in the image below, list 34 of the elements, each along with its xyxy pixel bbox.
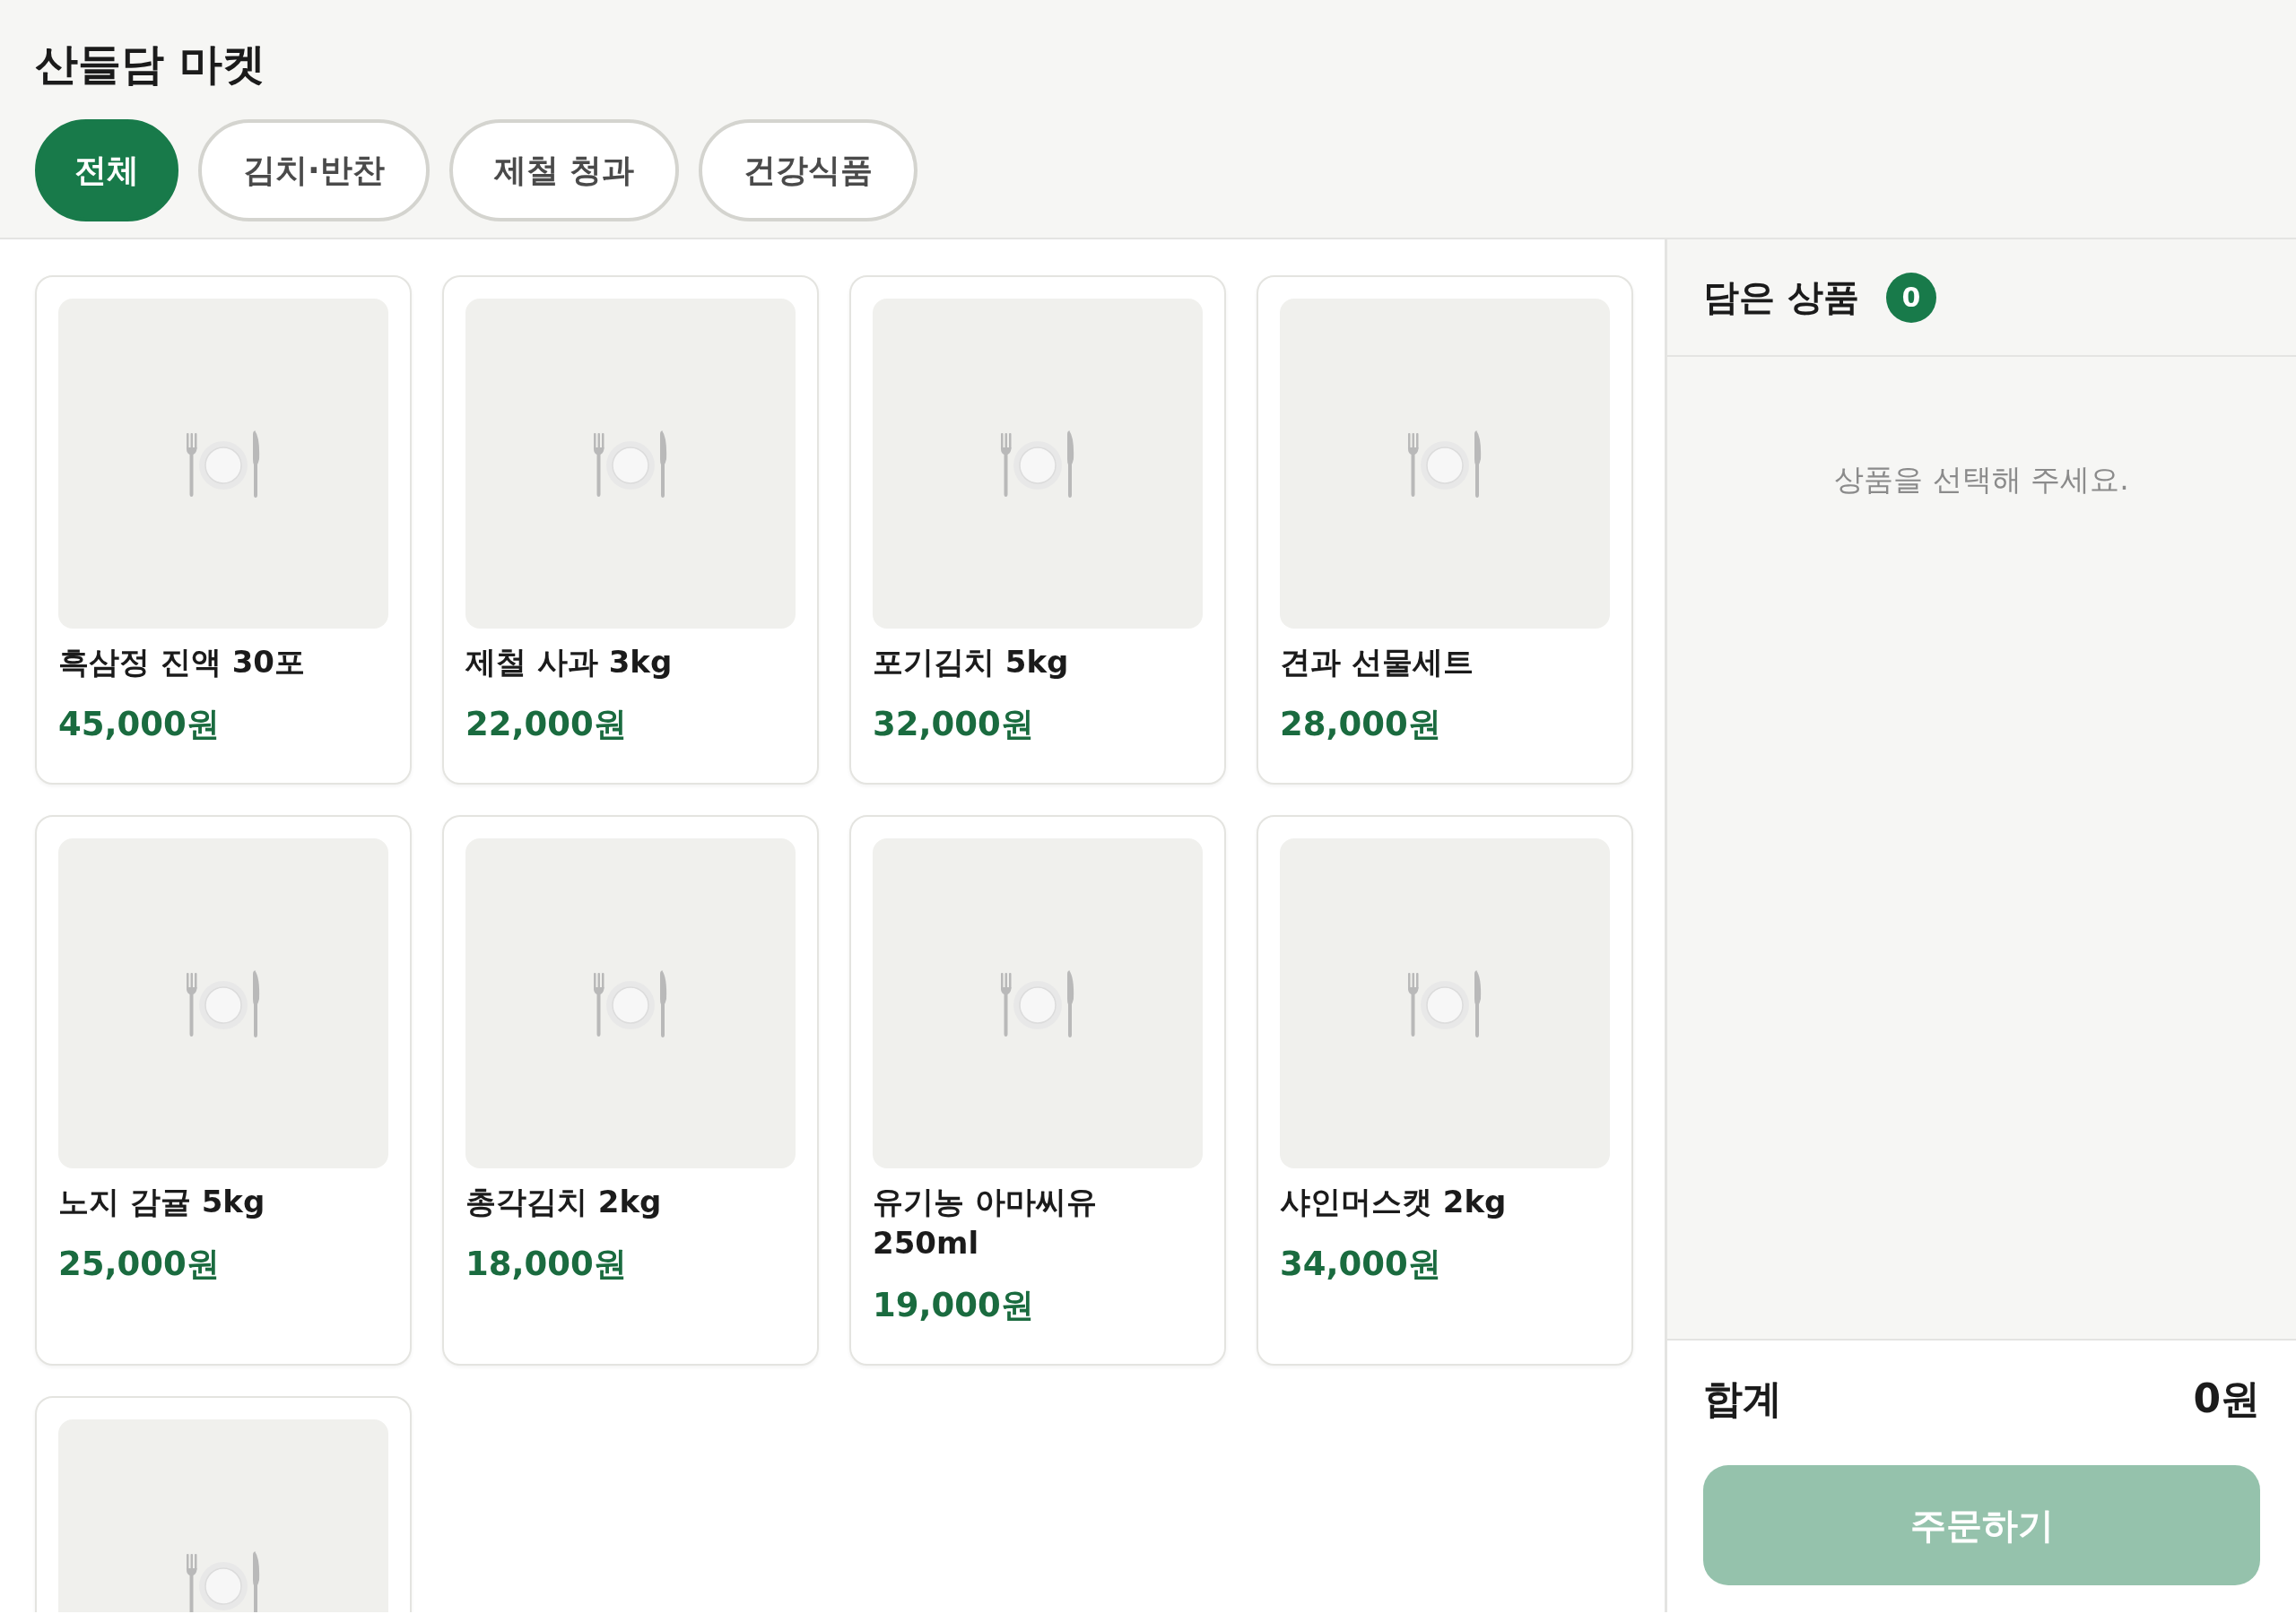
cart-count-badge: 0 — [1885, 272, 1936, 323]
product-card[interactable]: 유기농 아마씨유 250ml 19,000원 — [849, 815, 1226, 1366]
empty-cart-message: 상품을 선택해 주세요. — [1834, 461, 2129, 499]
product-name: 제철 사과 3kg — [465, 643, 674, 681]
product-name: 견과 선물세트 — [1280, 643, 1474, 681]
category-tab[interactable]: 건강식품 — [699, 119, 918, 221]
product-card[interactable]: 흑삼정 진액 30포 45,000원 — [35, 275, 412, 785]
category-tab[interactable]: 제철 청과 — [448, 119, 680, 221]
total-amount: 0원 — [2193, 1375, 2260, 1423]
product-price: 18,000원 — [465, 1244, 628, 1285]
product-card[interactable]: 총각김치 2kg 18,000원 — [442, 815, 819, 1366]
product-name: 유기농 아마씨유 250ml — [873, 1183, 1098, 1263]
cart-title: 담은 상품 — [1703, 275, 1859, 319]
product-name: 노지 감귤 5kg — [58, 1183, 266, 1221]
total-label: 합계 — [1703, 1375, 1782, 1423]
product-price: 34,000원 — [1280, 1244, 1442, 1285]
product-price: 19,000원 — [873, 1285, 1035, 1326]
product-card[interactable]: 제철 사과 3kg 22,000원 — [442, 275, 819, 785]
product-name: 흑삼정 진액 30포 — [58, 643, 306, 681]
product-card[interactable]: 포기김치 5kg 32,000원 — [849, 275, 1226, 785]
category-tab[interactable]: 전체 — [35, 119, 178, 221]
product-price: 25,000원 — [58, 1244, 221, 1285]
product-price: 32,000원 — [873, 704, 1035, 745]
product-name: 샤인머스캣 2kg — [1280, 1183, 1508, 1221]
product-name: 총각김치 2kg — [465, 1183, 663, 1221]
product-price: 28,000원 — [1280, 704, 1442, 745]
market-title: 산들담 마켓 — [35, 38, 266, 91]
product-card[interactable]: 노지 감귤 5kg 25,000원 — [35, 815, 412, 1366]
product-price: 45,000원 — [58, 704, 221, 745]
product-card[interactable]: 샤인머스캣 2kg 34,000원 — [1257, 815, 1633, 1366]
category-tab[interactable]: 김치·반찬 — [198, 119, 430, 221]
product-price: 22,000원 — [465, 704, 628, 745]
product-card[interactable]: 견과 선물세트 28,000원 — [1257, 275, 1633, 785]
product-name: 포기김치 5kg — [873, 643, 1070, 681]
